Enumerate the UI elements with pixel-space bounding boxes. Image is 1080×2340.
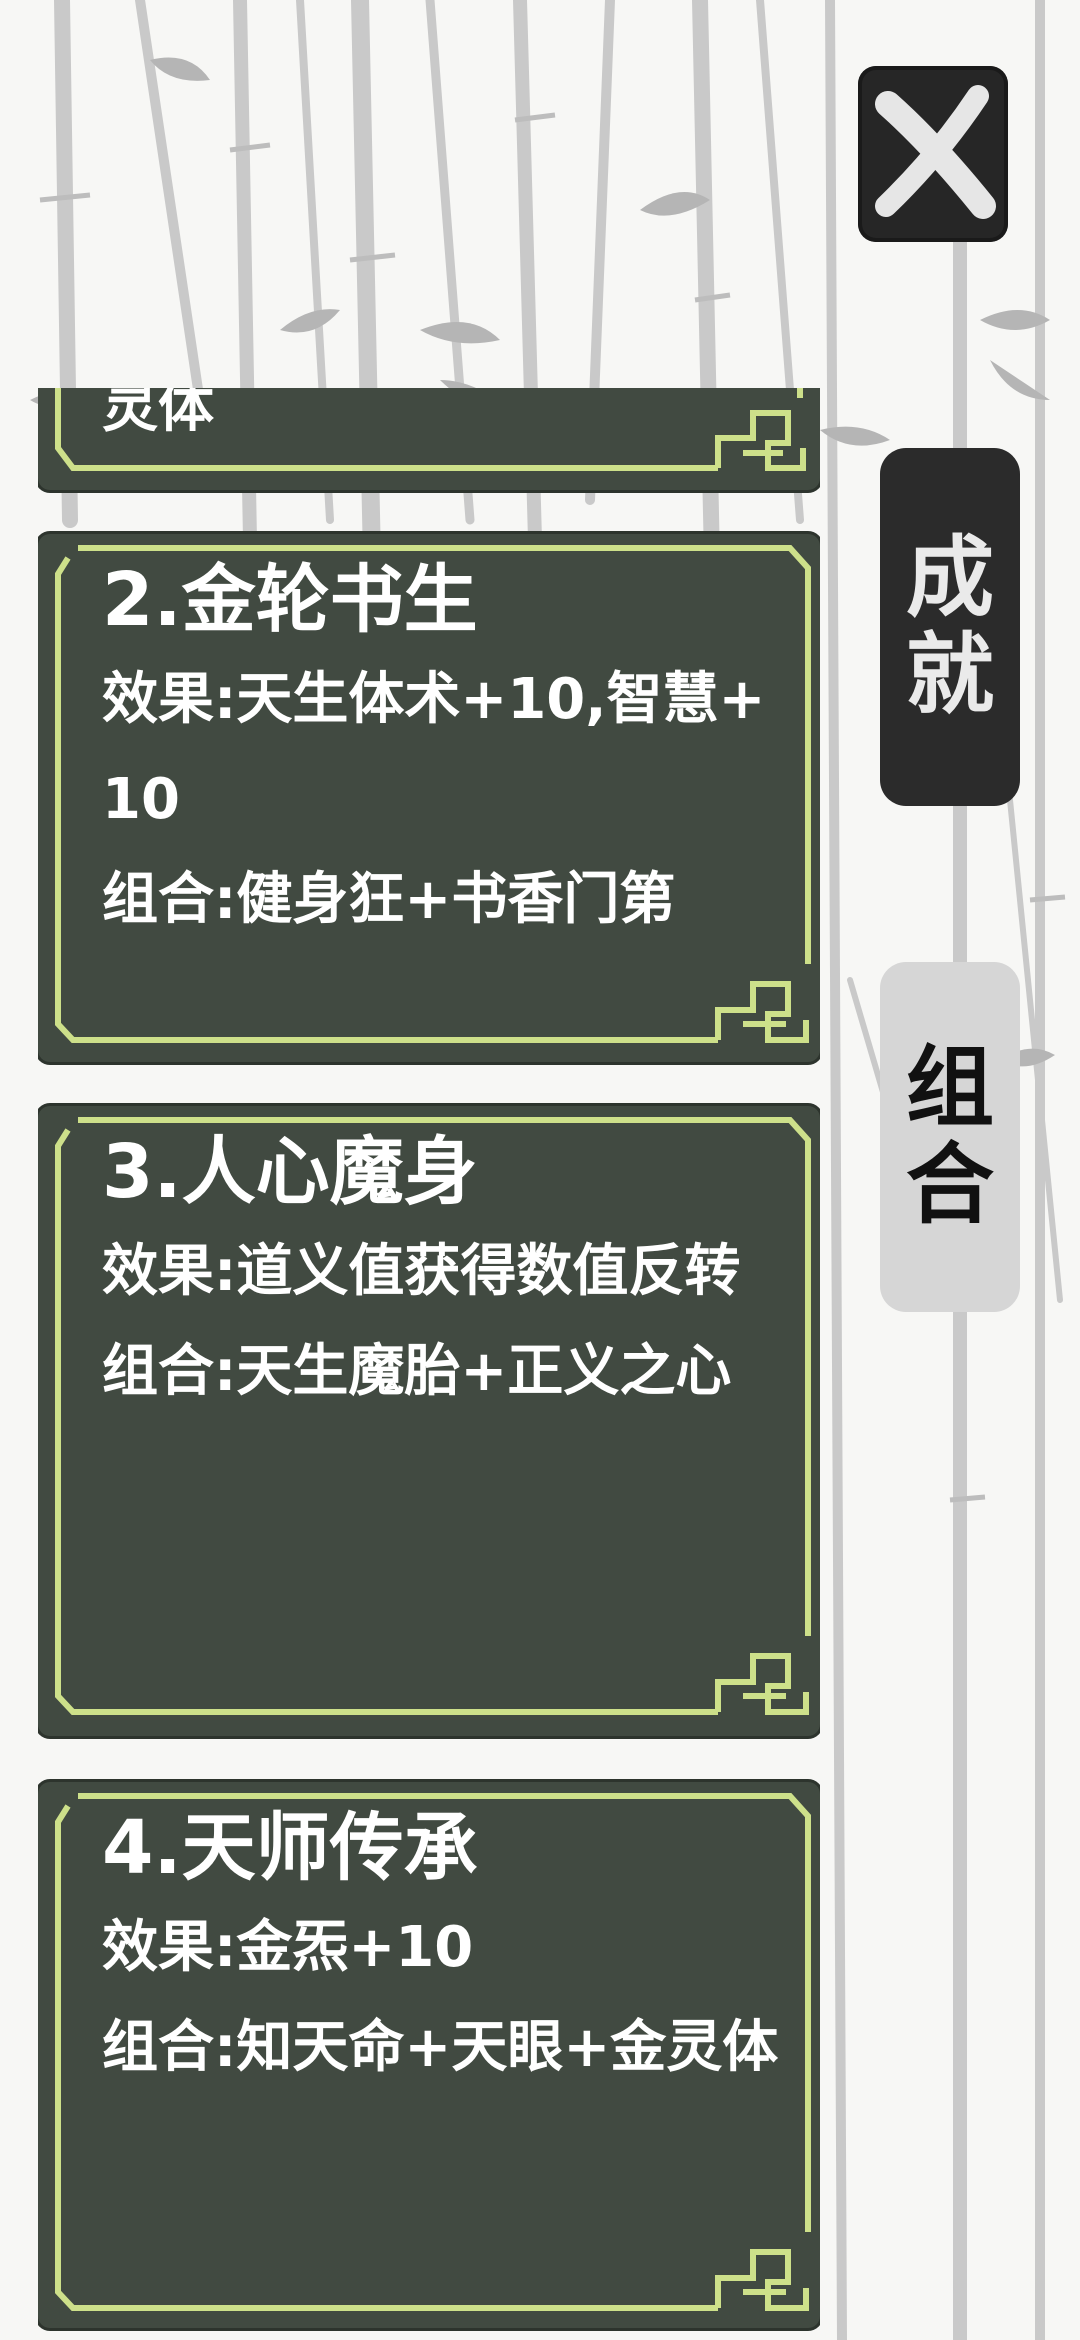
close-button[interactable] xyxy=(858,66,1008,242)
card-effect: 效果:金炁+10 xyxy=(102,1915,474,1980)
tab-achievements[interactable]: 成 就 xyxy=(880,448,1020,806)
combination-card: 3.人心魔身 效果:道义值获得数值反转 组合:天生魔胎+正义之心 xyxy=(38,1106,820,1736)
card-title: 3.人心魔身 xyxy=(102,1129,478,1215)
combination-card: 2.金轮书生 效果:天生体术+10,智慧+10 组合:健身狂+书香门第 xyxy=(38,534,820,1062)
combination-card: 4.天师传承 效果:金炁+10 组合:知天命+天眼+金灵体 xyxy=(38,1782,820,2328)
tab-combinations[interactable]: 组 合 xyxy=(880,962,1020,1312)
card-combo: 组合:健身狂+书香门第 xyxy=(102,867,676,932)
tab-combinations-char-2: 合 xyxy=(905,1133,994,1236)
combination-card: 灵体 xyxy=(38,388,820,490)
tab-achievements-char-1: 成 xyxy=(905,526,994,630)
card-effect: 效果:天生体术+10,智慧+10 xyxy=(102,667,766,832)
card-title: 4.天师传承 xyxy=(102,1805,478,1891)
tab-combinations-char-1: 组 xyxy=(905,1036,994,1140)
card-combo: 组合:知天命+天眼+金灵体 xyxy=(102,2015,779,2080)
close-x-icon xyxy=(875,85,996,219)
card-combo: 组合:天生魔胎+正义之心 xyxy=(102,1339,732,1404)
card-effect: 效果:道义值获得数值反转 xyxy=(102,1239,741,1304)
combination-list[interactable]: 灵体 2.金轮书生 效果:天生体术+10,智慧+10 组合:健身狂+书香门第 3… xyxy=(38,388,820,2340)
tab-achievements-char-2: 就 xyxy=(905,623,994,726)
card-title: 2.金轮书生 xyxy=(102,557,478,643)
card-partial-text: 灵体 xyxy=(102,388,214,440)
